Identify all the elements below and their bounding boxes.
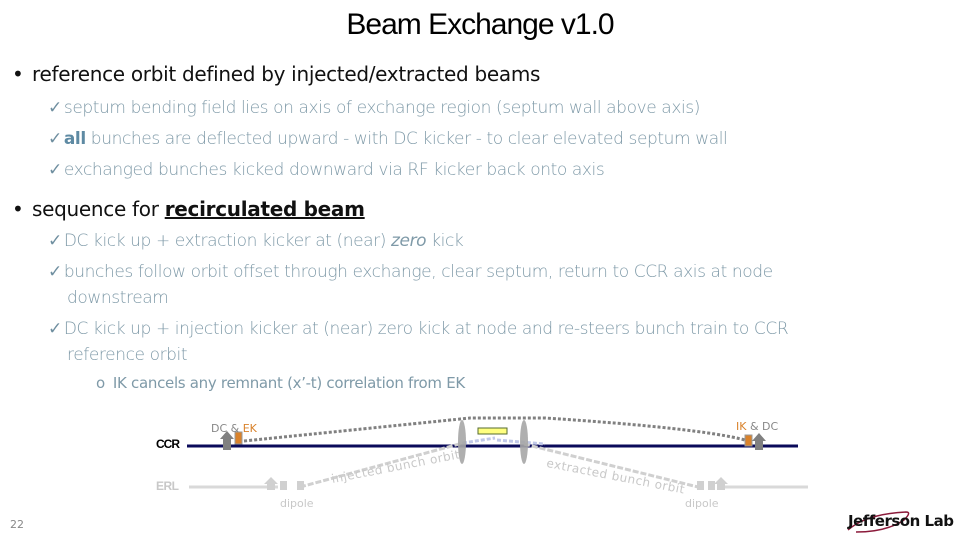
subitem-text-suffix: kick <box>426 231 464 251</box>
bullet-text-prefix: sequence for <box>32 197 165 221</box>
erl-label: ERL <box>156 479 179 493</box>
ik-dc-label: IK & DC <box>736 420 778 433</box>
diagram-graphics <box>187 416 808 490</box>
ik-kicker-icon <box>744 434 753 447</box>
beam-exchange-diagram: CCR ERL DC & EK IK & DC dipole dipole in… <box>0 400 960 540</box>
dipole-right-label: dipole <box>685 497 719 510</box>
logo-text: Jefferson Lab <box>848 512 954 530</box>
sub-bullet-icon: o <box>96 374 105 392</box>
check-icon: ✓ <box>48 319 62 339</box>
page-number: 22 <box>10 518 24 531</box>
check-icon: ✓ <box>48 262 62 282</box>
subitem-text: bunches are deflected upward - with DC k… <box>85 129 728 149</box>
subitem-text: DC kick up + injection kicker at (near) … <box>63 319 789 339</box>
jefferson-lab-logo: Jefferson Lab <box>846 508 958 536</box>
check-icon: ✓ <box>48 98 62 118</box>
subitem-text: bunches follow orbit offset through exch… <box>63 262 773 282</box>
ccr-label: CCR <box>156 437 180 451</box>
ek-label: EK <box>242 422 257 435</box>
subsubitem-ik-cancels: o IK cancels any remnant (x’-t) correlati… <box>96 374 465 392</box>
subitem-dc-kick-extraction: ✓ DC kick up + extraction kicker at (near… <box>48 231 464 251</box>
ik-label: IK <box>736 420 747 433</box>
bullet-text-emphasis: recirculated beam <box>164 197 365 221</box>
subsubitem-text: IK cancels any remnant (x’-t) correlatio… <box>112 374 465 392</box>
subitem-text: exchanged bunches kicked downward via RF… <box>63 160 605 180</box>
subitem-all-bunches: ✓ all bunches are deflected upward - with… <box>48 129 728 149</box>
bullet-reference-orbit: • reference orbit defined by injected/ext… <box>12 62 540 86</box>
dc-ek-label: DC & EK <box>211 422 257 435</box>
subitem-exchanged-bunches: ✓ exchanged bunches kicked downward via R… <box>48 160 605 180</box>
dipole-right-block-1 <box>697 481 704 490</box>
subitem-dc-kick-injection-cont: reference orbit <box>67 345 188 365</box>
dipole-left-block-2 <box>297 481 304 490</box>
subitem-text-italic: zero <box>391 231 427 251</box>
bullet-icon: • <box>12 197 24 221</box>
subitem-septum-field: ✓ septum bending field lies on axis of ex… <box>48 98 700 118</box>
dipole-right-block-2 <box>708 481 715 490</box>
subitem-bunches-follow-cont: downstream <box>67 288 169 308</box>
dipole-left-label: dipole <box>280 497 314 510</box>
bullet-text: reference orbit defined by injected/extr… <box>32 62 541 86</box>
slide-title: Beam Exchange v1.0 <box>346 8 614 41</box>
injected-bunch-orbit-merge <box>462 436 496 445</box>
exchange-center-element <box>477 427 508 435</box>
subitem-text: septum bending field lies on axis of exc… <box>63 98 701 118</box>
subitem-text-prefix: DC kick up + extraction kicker at (near) <box>63 231 392 251</box>
dipole-left-block-1 <box>280 481 287 490</box>
subitem-dc-kick-injection: ✓ DC kick up + injection kicker at (near)… <box>48 319 789 339</box>
emphasis-all: all <box>63 129 86 149</box>
septum-right <box>520 420 528 464</box>
subitem-bunches-follow: ✓ bunches follow orbit offset through exc… <box>48 262 773 282</box>
bullet-sequence: • sequence for recirculated beam <box>12 197 365 221</box>
check-icon: ✓ <box>48 129 62 149</box>
dc-label: DC & <box>211 422 243 435</box>
check-icon: ✓ <box>48 231 62 251</box>
check-icon: ✓ <box>48 160 62 180</box>
dc-label: & DC <box>746 420 779 433</box>
bullet-icon: • <box>12 62 24 86</box>
